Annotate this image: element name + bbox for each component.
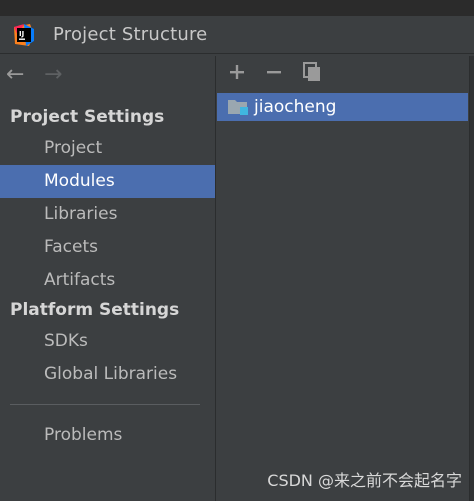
module-name: jiaocheng — [254, 97, 337, 117]
platform-settings-header: Platform Settings — [10, 300, 180, 320]
sidebar-item-problems[interactable]: Problems — [0, 419, 215, 452]
copy-icon[interactable] — [300, 60, 324, 84]
back-arrow-icon[interactable]: ← — [6, 64, 24, 86]
window-top-strip — [0, 0, 474, 16]
sidebar-item-artifacts[interactable]: Artifacts — [0, 264, 215, 297]
module-folder-icon — [228, 100, 248, 115]
add-icon[interactable] — [225, 60, 249, 84]
remove-icon[interactable] — [262, 60, 286, 84]
sidebar-item-libraries[interactable]: Libraries — [0, 198, 215, 231]
sidebar-item-sdks[interactable]: SDKs — [0, 325, 215, 358]
forward-arrow-icon[interactable]: → — [44, 64, 62, 86]
window-title: Project Structure — [53, 24, 208, 45]
right-edge-strip — [469, 56, 474, 501]
sidebar-divider — [10, 404, 200, 405]
settings-sidebar: ← → Project Settings Project Modules Lib… — [0, 56, 216, 501]
intellij-idea-icon: IJ — [14, 24, 34, 46]
sidebar-item-project[interactable]: Project — [0, 132, 215, 165]
sidebar-item-facets[interactable]: Facets — [0, 231, 215, 264]
svg-text:IJ: IJ — [19, 30, 24, 38]
modules-panel: jiaocheng — [216, 56, 474, 501]
sidebar-item-global-libraries[interactable]: Global Libraries — [0, 358, 215, 391]
sidebar-item-modules[interactable]: Modules — [0, 165, 215, 198]
title-bar: IJ Project Structure — [0, 16, 474, 54]
project-settings-header: Project Settings — [10, 107, 165, 127]
watermark-text: CSDN @来之前不会起名字 — [267, 471, 462, 490]
modules-list: jiaocheng — [216, 92, 469, 501]
module-row-jiaocheng[interactable]: jiaocheng — [217, 93, 468, 121]
